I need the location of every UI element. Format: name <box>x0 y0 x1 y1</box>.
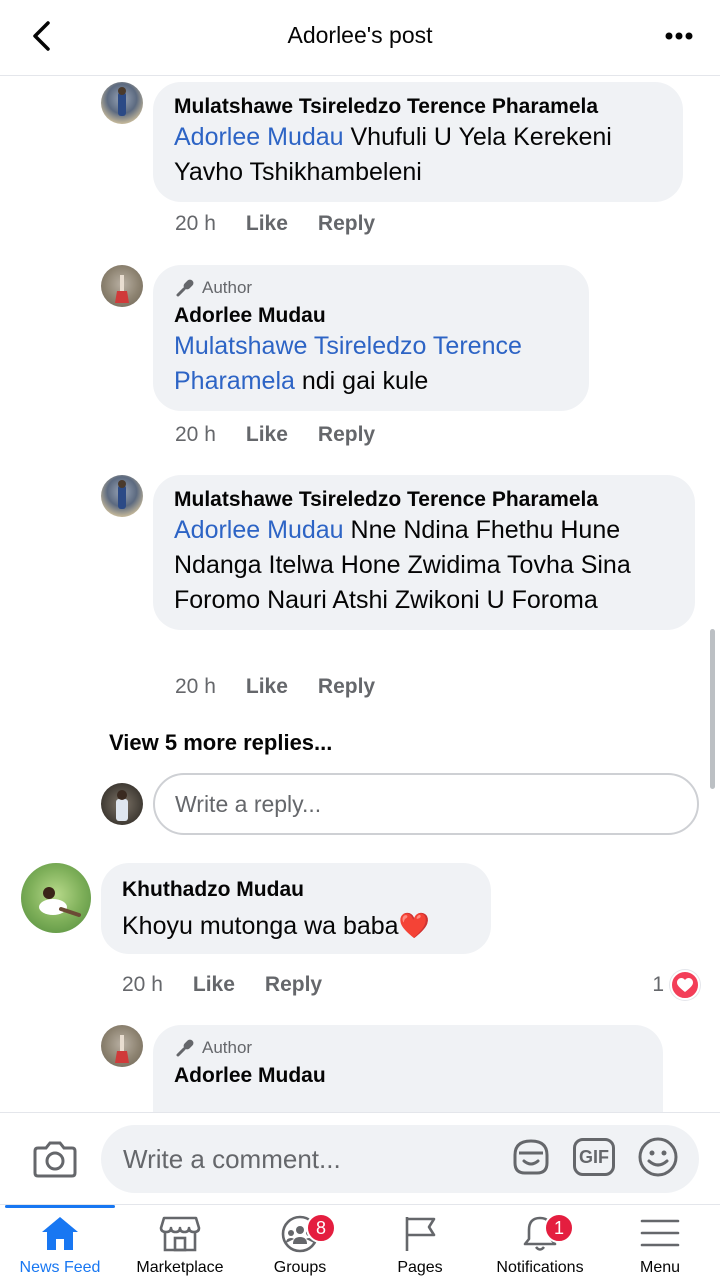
reply-button[interactable]: Reply <box>318 212 375 236</box>
comment-bubble[interactable]: Mulatshawe Tsireledzo Terence Pharamela … <box>153 475 695 630</box>
tab-news-feed[interactable]: News Feed <box>0 1205 120 1280</box>
author-badge: Author <box>174 277 569 299</box>
hamburger-icon <box>640 1219 680 1247</box>
flag-icon <box>405 1217 436 1251</box>
comment-input-placeholder: Write a comment... <box>123 1143 341 1174</box>
bottom-tab-bar: News Feed Marketplace 8 Groups Pages 1 N… <box>0 1204 720 1280</box>
reply-button[interactable]: Reply <box>318 675 375 699</box>
tab-label: News Feed <box>19 1259 101 1276</box>
comment-author-name[interactable]: Adorlee Mudau <box>174 1063 643 1089</box>
author-label: Author <box>202 278 253 297</box>
reaction-summary[interactable]: 1 <box>652 970 700 1000</box>
mention-link[interactable]: Adorlee Mudau <box>174 516 344 544</box>
comment-text: Adorlee Mudau Vhufuli U Yela Kerekeni Ya… <box>174 123 612 186</box>
comment-text: Mulatshawe Tsireledzo Terence Pharamela … <box>174 332 522 395</box>
avatar[interactable] <box>101 1025 143 1067</box>
tab-groups[interactable]: 8 Groups <box>240 1205 360 1280</box>
comment-actions: 20 h Like Reply <box>175 675 405 699</box>
comment-actions: 20 h Like Reply <box>122 973 352 997</box>
comment-time: 20 h <box>175 423 216 446</box>
love-reaction-icon <box>670 970 700 1000</box>
comment-author-name[interactable]: Adorlee Mudau <box>174 303 569 329</box>
comment-bubble[interactable]: Author Adorlee Mudau Mulatshawe Tsireled… <box>153 265 589 411</box>
microphone-icon <box>176 279 194 297</box>
active-tab-indicator <box>5 1205 115 1208</box>
comment-time: 20 h <box>122 973 163 996</box>
like-button[interactable]: Like <box>246 212 288 236</box>
comment-author-name[interactable]: Mulatshawe Tsireledzo Terence Pharamela <box>174 94 663 120</box>
comment-bubble[interactable]: Mulatshawe Tsireledzo Terence Pharamela … <box>153 82 683 202</box>
avatar[interactable] <box>101 265 143 307</box>
tab-label: Pages <box>397 1259 443 1276</box>
page-title: Adorlee's post <box>287 22 433 48</box>
top-bar: Adorlee's post <box>0 0 720 76</box>
comment-time: 20 h <box>175 212 216 235</box>
groups-badge: 8 <box>306 1213 336 1243</box>
tab-label: Menu <box>639 1259 681 1276</box>
camera-icon[interactable] <box>32 1138 78 1180</box>
tab-label: Groups <box>273 1259 327 1276</box>
like-button[interactable]: Like <box>246 675 288 699</box>
gif-button[interactable]: GIF <box>573 1138 615 1176</box>
tab-pages[interactable]: Pages <box>360 1205 480 1280</box>
tab-label: Marketplace <box>136 1259 224 1276</box>
comments-feed: Mulatshawe Tsireledzo Terence Pharamela … <box>0 77 720 1112</box>
comment-author-name[interactable]: Khuthadzo Mudau <box>122 877 471 903</box>
comment-actions: 20 h Like Reply <box>175 423 405 447</box>
avatar[interactable] <box>21 863 91 933</box>
gif-label: GIF <box>579 1146 609 1167</box>
reply-input[interactable]: Write a reply... <box>153 773 699 835</box>
comment-bubble[interactable]: Author Adorlee Mudau <box>153 1025 663 1112</box>
emoji-icon[interactable] <box>636 1135 680 1179</box>
scrollbar[interactable] <box>710 629 715 789</box>
mention-link[interactable]: Adorlee Mudau <box>174 123 344 151</box>
tab-marketplace[interactable]: Marketplace <box>120 1205 240 1280</box>
comment-composer: Write a comment... GIF <box>0 1112 720 1204</box>
tab-notifications[interactable]: 1 Notifications <box>480 1205 600 1280</box>
reaction-count: 1 <box>652 973 664 996</box>
sticker-icon[interactable] <box>509 1135 553 1179</box>
comment-author-name[interactable]: Mulatshawe Tsireledzo Terence Pharamela <box>174 487 675 513</box>
comment-time: 20 h <box>175 675 216 698</box>
view-more-replies-link[interactable]: View 5 more replies... <box>109 730 332 756</box>
home-icon <box>42 1217 78 1250</box>
more-options-icon[interactable] <box>664 30 694 42</box>
like-button[interactable]: Like <box>193 973 235 997</box>
microphone-icon <box>176 1039 194 1057</box>
comment-actions: 20 h Like Reply <box>175 212 405 236</box>
reply-button[interactable]: Reply <box>265 973 322 997</box>
avatar[interactable] <box>101 82 143 124</box>
reply-button[interactable]: Reply <box>318 423 375 447</box>
author-badge: Author <box>174 1037 643 1059</box>
avatar[interactable] <box>101 475 143 517</box>
tab-label: Notifications <box>496 1259 584 1276</box>
user-avatar <box>101 783 143 825</box>
like-button[interactable]: Like <box>246 423 288 447</box>
marketplace-icon <box>159 1216 201 1252</box>
author-label: Author <box>202 1038 253 1057</box>
tab-menu[interactable]: Menu <box>600 1205 720 1280</box>
comment-text: Adorlee Mudau Nne Ndina Fhethu Hune Ndan… <box>174 516 631 614</box>
comment-bubble[interactable]: Khuthadzo Mudau Khoyu mutonga wa baba❤️ <box>101 863 491 954</box>
notifications-badge: 1 <box>544 1213 574 1243</box>
comment-text: Khoyu mutonga wa baba❤️ <box>122 912 430 940</box>
